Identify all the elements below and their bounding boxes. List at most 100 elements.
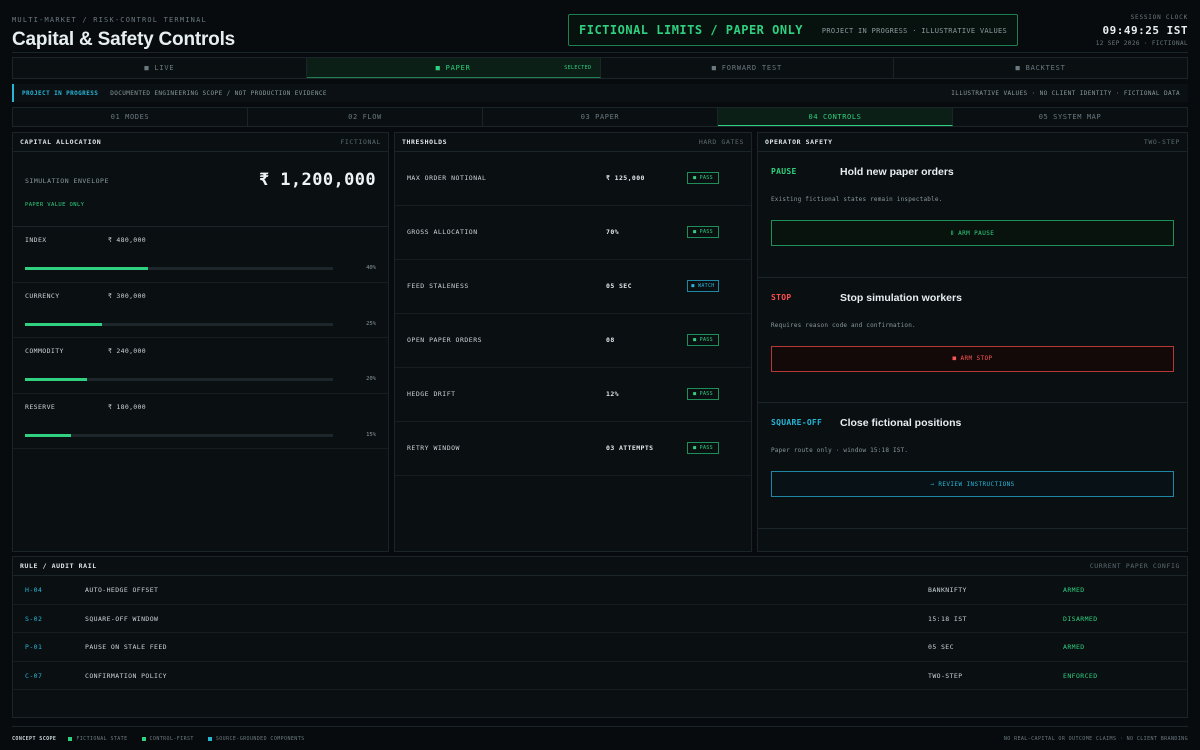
allocation-bar [25, 322, 333, 326]
allocation-name: RESERVE [25, 402, 56, 411]
tab-system-map[interactable]: 05 SYSTEM MAP [953, 108, 1187, 126]
legend-item: SOURCE-GROUNDED COMPONENTS [207, 736, 305, 742]
audit-rail-panel: RULE / AUDIT RAIL CURRENT PAPER CONFIG H… [12, 556, 1188, 718]
allocation-value: ₹ 480,000 [108, 236, 146, 244]
operator-safety-panel: OPERATOR SAFETY TWO-STEP PAUSE Hold new … [757, 132, 1188, 552]
pause-description: Existing fictional states remain inspect… [771, 196, 943, 203]
allocation-bar-fill [25, 433, 72, 437]
panel-subtitle: CURRENT PAPER CONFIG [1089, 562, 1180, 570]
rule-state: DISARMED [1063, 614, 1098, 623]
mode-tabs: ■ LIVE ■ PAPER SELECTED ■ FORWARD TEST ■ … [12, 57, 1188, 79]
clock-time: 09:49:25 IST [1102, 24, 1188, 37]
review-instructions-button[interactable]: → REVIEW INSTRUCTIONS [771, 471, 1174, 497]
tab-flow[interactable]: 02 FLOW [248, 108, 483, 126]
allocation-row: RESERVE ₹ 180,000 15% [13, 394, 388, 449]
tab-forward-test-label: ■ FORWARD TEST [711, 64, 782, 72]
panel-subtitle: TWO-STEP [1143, 138, 1180, 146]
breadcrumb: MULTI-MARKET / RISK-CONTROL TERMINAL [12, 16, 207, 24]
footer: CONCEPT SCOPE FICTIONAL STATE CONTROL-FI… [12, 734, 1188, 744]
capital-allocation-panel: CAPITAL ALLOCATION FICTIONAL SIMULATION … [12, 132, 389, 552]
envelope-value: ₹ 1,200,000 [259, 170, 376, 190]
arm-pause-button[interactable]: Ⅱ ARM PAUSE [771, 220, 1174, 246]
arm-stop-button[interactable]: ■ ARM STOP [771, 345, 1174, 372]
page-title: Capital & Safety Controls [12, 29, 236, 50]
threshold-name: OPEN PAPER ORDERS [407, 336, 483, 344]
threshold-row: HEDGE DRIFT 12% ■ PASS [395, 368, 751, 422]
tab-backtest-label: ■ BACKTEST [1015, 64, 1066, 72]
envelope-note: PAPER VALUE ONLY [25, 202, 85, 208]
threshold-name: HEDGE DRIFT [407, 390, 456, 398]
threshold-value: 05 SEC [606, 282, 632, 290]
rule-state: ARMED [1063, 586, 1085, 594]
threshold-name: MAX ORDER NOTIONAL [407, 174, 487, 182]
panel-header: RULE / AUDIT RAIL CURRENT PAPER CONFIG [13, 557, 1187, 576]
clock-label: SESSION CLOCK [1130, 14, 1188, 21]
pause-block: PAUSE Hold new paper orders Existing fic… [758, 152, 1187, 278]
threshold-row: MAX ORDER NOTIONAL ₹ 125,000 ■ PASS [395, 152, 751, 206]
envelope-label: SIMULATION ENVELOPE [25, 177, 109, 185]
banner-sub: PROJECT IN PROGRESS · ILLUSTRATIVE VALUE… [821, 27, 1007, 35]
pause-title: Hold new paper orders [840, 166, 954, 178]
scope-disclaimer: ILLUSTRATIVE VALUES · NO CLIENT IDENTITY… [951, 89, 1180, 97]
legend-item: FICTIONAL STATE [68, 736, 127, 742]
rule-name: PAUSE ON STALE FEED [85, 643, 167, 651]
table-row[interactable]: H-04 AUTO-HEDGE OFFSET BANKNIFTY ARMED [13, 576, 1187, 605]
scope-bar: PROJECT IN PROGRESS DOCUMENTED ENGINEERI… [12, 84, 1188, 102]
panel-header: CAPITAL ALLOCATION FICTIONAL [13, 133, 388, 152]
panel-title: THRESHOLDS [402, 138, 448, 146]
tab-forward-test[interactable]: ■ FORWARD TEST [600, 58, 895, 78]
rule-value: 15:18 IST [928, 614, 967, 623]
panel-subtitle: FICTIONAL [340, 138, 381, 146]
footer-divider [12, 726, 1188, 727]
panel-subtitle: HARD GATES [698, 138, 744, 146]
threshold-row: OPEN PAPER ORDERS 08 ■ PASS [395, 314, 751, 368]
pass-badge: ■ PASS [687, 226, 719, 238]
threshold-row: RETRY WINDOW 03 ATTEMPTS ■ PASS [395, 422, 751, 476]
allocation-bar-fill [25, 378, 87, 381]
banner-main: FICTIONAL LIMITS / PAPER ONLY [579, 23, 804, 37]
tab-paper-section[interactable]: 03 PAPER [483, 108, 718, 126]
threshold-name: FEED STALENESS [407, 282, 469, 290]
rule-id: S-02 [25, 614, 43, 623]
allocation-percent: 25% [366, 320, 376, 327]
project-status: PROJECT IN PROGRESS [22, 89, 99, 97]
square-off-title: Close fictional positions [840, 417, 962, 429]
rule-name: AUTO-HEDGE OFFSET [85, 586, 159, 594]
threshold-name: GROSS ALLOCATION [407, 228, 478, 236]
rule-value: BANKNIFTY [928, 586, 967, 594]
allocation-bar [25, 267, 333, 270]
table-row[interactable]: P-01 PAUSE ON STALE FEED 05 SEC ARMED [13, 633, 1187, 662]
rule-value: 05 SEC [928, 643, 954, 651]
legend-label: FICTIONAL STATE [76, 736, 128, 742]
pass-badge: ■ PASS [687, 442, 719, 454]
scope-note: DOCUMENTED ENGINEERING SCOPE / NOT PRODU… [110, 89, 327, 97]
footer-disclaimer: NO REAL-CAPITAL OR OUTCOME CLAIMS · NO C… [1003, 736, 1188, 742]
pass-badge: ■ PASS [687, 172, 719, 184]
tab-controls[interactable]: 04 CONTROLS [718, 108, 953, 126]
allocation-percent: 40% [366, 265, 376, 271]
panel-header: THRESHOLDS HARD GATES [395, 133, 751, 152]
table-row[interactable]: C-07 CONFIRMATION POLICY TWO-STEP ENFORC… [13, 662, 1187, 690]
tab-modes[interactable]: 01 MODES [13, 108, 248, 126]
session-clock: SESSION CLOCK 09:49:25 IST 12 SEP 2026 ·… [1068, 14, 1188, 47]
allocation-bar-fill [25, 267, 149, 270]
paper-only-banner: FICTIONAL LIMITS / PAPER ONLY PROJECT IN… [568, 14, 1018, 46]
simulation-envelope: SIMULATION ENVELOPE ₹ 1,200,000 PAPER VA… [13, 152, 388, 227]
tab-live[interactable]: ■ LIVE [13, 58, 307, 78]
tab-paper-label: ■ PAPER [435, 63, 471, 72]
header-divider [12, 52, 1188, 53]
allocation-name: CURRENCY [25, 291, 60, 300]
threshold-row: GROSS ALLOCATION 70% ■ PASS [395, 206, 751, 260]
pass-badge: ■ PASS [687, 334, 719, 346]
rule-name: CONFIRMATION POLICY [85, 671, 167, 680]
allocation-row: CURRENCY ₹ 300,000 25% [13, 283, 388, 338]
allocation-row: INDEX ₹ 480,000 40% [13, 227, 388, 283]
threshold-name: RETRY WINDOW [407, 444, 460, 452]
allocation-bar [25, 433, 333, 437]
threshold-value: 08 [606, 336, 615, 344]
thresholds-panel: THRESHOLDS HARD GATES MAX ORDER NOTIONAL… [394, 132, 752, 552]
pass-badge: ■ PASS [687, 388, 719, 400]
table-row[interactable]: S-02 SQUARE-OFF WINDOW 15:18 IST DISARME… [13, 605, 1187, 633]
tab-backtest[interactable]: ■ BACKTEST [894, 58, 1187, 78]
tab-paper[interactable]: ■ PAPER SELECTED [306, 58, 601, 78]
